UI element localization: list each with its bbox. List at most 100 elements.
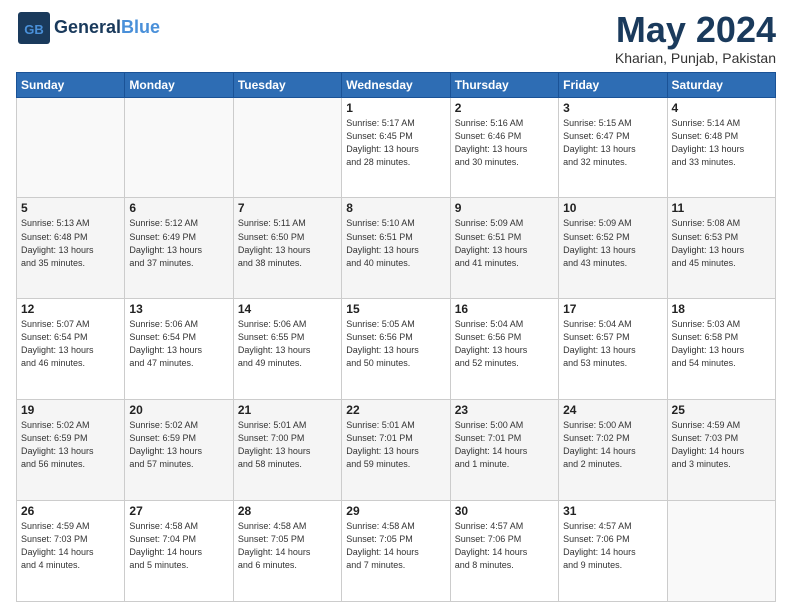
title-block: May 2024 Kharian, Punjab, Pakistan bbox=[615, 10, 776, 66]
calendar-cell: 16Sunrise: 5:04 AM Sunset: 6:56 PM Dayli… bbox=[450, 299, 558, 400]
calendar-cell: 19 Sunrise: 5:02 AM Sunset: 6:59 PM Dayli… bbox=[17, 400, 125, 501]
location: Kharian, Punjab, Pakistan bbox=[615, 50, 776, 66]
page-header: GB GeneralBlue May 2024 Kharian, Punjab,… bbox=[16, 10, 776, 66]
day-info: Sunrise: 5:17 AM Sunset: 6:45 PM Dayligh… bbox=[346, 117, 445, 169]
calendar-cell: 15 Sunrise: 5:05 AM Sunset: 6:56 PM Dayli… bbox=[342, 299, 450, 400]
day-number: 1 bbox=[346, 101, 445, 115]
day-info: Sunrise: 4:57 AM Sunset: 7:06 PM Dayligh… bbox=[563, 520, 662, 572]
day-info: Sunrise: 4:58 AM Sunset: 7:05 PM Dayligh… bbox=[238, 520, 337, 572]
day-info: Sunrise: 5:02 AM Sunset: 6:59 PM Dayligh… bbox=[129, 419, 228, 471]
calendar-cell bbox=[667, 501, 775, 602]
day-info: Sunrise: 5:01 AM Sunset: 7:00 PM Dayligh… bbox=[238, 419, 337, 471]
calendar-cell: 21Sunrise: 5:01 AM Sunset: 7:00 PM Dayli… bbox=[233, 400, 341, 501]
calendar-cell: 8 Sunrise: 5:10 AM Sunset: 6:51 PM Daylig… bbox=[342, 198, 450, 299]
day-number: 3 bbox=[563, 101, 662, 115]
header-day-wednesday: Wednesday bbox=[342, 72, 450, 97]
day-number: 2 bbox=[455, 101, 554, 115]
calendar-cell: 24 Sunrise: 5:00 AM Sunset: 7:02 PM Dayli… bbox=[559, 400, 667, 501]
day-number: 8 bbox=[346, 201, 445, 215]
day-number: 17 bbox=[563, 302, 662, 316]
week-row-4: 19 Sunrise: 5:02 AM Sunset: 6:59 PM Dayli… bbox=[17, 400, 776, 501]
day-info: Sunrise: 5:12 AM Sunset: 6:49 PM Dayligh… bbox=[129, 217, 228, 269]
day-number: 24 bbox=[563, 403, 662, 417]
day-info: Sunrise: 4:59 AM Sunset: 7:03 PM Dayligh… bbox=[672, 419, 771, 471]
calendar-cell: 3Sunrise: 5:15 AM Sunset: 6:47 PM Daylig… bbox=[559, 97, 667, 198]
day-number: 23 bbox=[455, 403, 554, 417]
day-number: 25 bbox=[672, 403, 771, 417]
day-info: Sunrise: 5:16 AM Sunset: 6:46 PM Dayligh… bbox=[455, 117, 554, 169]
day-info: Sunrise: 5:14 AM Sunset: 6:48 PM Dayligh… bbox=[672, 117, 771, 169]
day-info: Sunrise: 5:00 AM Sunset: 7:01 PM Dayligh… bbox=[455, 419, 554, 471]
day-info: Sunrise: 5:11 AM Sunset: 6:50 PM Dayligh… bbox=[238, 217, 337, 269]
day-number: 10 bbox=[563, 201, 662, 215]
week-row-5: 26 Sunrise: 4:59 AM Sunset: 7:03 PM Dayli… bbox=[17, 501, 776, 602]
calendar-cell: 20 Sunrise: 5:02 AM Sunset: 6:59 PM Dayli… bbox=[125, 400, 233, 501]
day-number: 20 bbox=[129, 403, 228, 417]
day-info: Sunrise: 5:05 AM Sunset: 6:56 PM Dayligh… bbox=[346, 318, 445, 370]
day-info: Sunrise: 5:13 AM Sunset: 6:48 PM Dayligh… bbox=[21, 217, 120, 269]
calendar-cell: 26 Sunrise: 4:59 AM Sunset: 7:03 PM Dayli… bbox=[17, 501, 125, 602]
day-info: Sunrise: 4:58 AM Sunset: 7:04 PM Dayligh… bbox=[129, 520, 228, 572]
calendar-cell: 23 Sunrise: 5:00 AM Sunset: 7:01 PM Dayli… bbox=[450, 400, 558, 501]
header-day-sunday: Sunday bbox=[17, 72, 125, 97]
day-number: 13 bbox=[129, 302, 228, 316]
week-row-2: 5Sunrise: 5:13 AM Sunset: 6:48 PM Daylig… bbox=[17, 198, 776, 299]
day-number: 26 bbox=[21, 504, 120, 518]
day-number: 29 bbox=[346, 504, 445, 518]
calendar-cell: 13 Sunrise: 5:06 AM Sunset: 6:54 PM Dayli… bbox=[125, 299, 233, 400]
day-info: Sunrise: 5:06 AM Sunset: 6:55 PM Dayligh… bbox=[238, 318, 337, 370]
day-info: Sunrise: 4:59 AM Sunset: 7:03 PM Dayligh… bbox=[21, 520, 120, 572]
calendar-cell: 22 Sunrise: 5:01 AM Sunset: 7:01 PM Dayli… bbox=[342, 400, 450, 501]
day-number: 12 bbox=[21, 302, 120, 316]
day-number: 6 bbox=[129, 201, 228, 215]
calendar-cell: 9Sunrise: 5:09 AM Sunset: 6:51 PM Daylig… bbox=[450, 198, 558, 299]
day-number: 19 bbox=[21, 403, 120, 417]
day-number: 22 bbox=[346, 403, 445, 417]
header-day-friday: Friday bbox=[559, 72, 667, 97]
day-info: Sunrise: 5:00 AM Sunset: 7:02 PM Dayligh… bbox=[563, 419, 662, 471]
calendar-cell: 29 Sunrise: 4:58 AM Sunset: 7:05 PM Dayli… bbox=[342, 501, 450, 602]
day-number: 27 bbox=[129, 504, 228, 518]
header-day-saturday: Saturday bbox=[667, 72, 775, 97]
calendar-cell: 18Sunrise: 5:03 AM Sunset: 6:58 PM Dayli… bbox=[667, 299, 775, 400]
calendar-cell: 31 Sunrise: 4:57 AM Sunset: 7:06 PM Dayli… bbox=[559, 501, 667, 602]
calendar-cell: 7 Sunrise: 5:11 AM Sunset: 6:50 PM Daylig… bbox=[233, 198, 341, 299]
header-day-tuesday: Tuesday bbox=[233, 72, 341, 97]
day-info: Sunrise: 5:08 AM Sunset: 6:53 PM Dayligh… bbox=[672, 217, 771, 269]
calendar-cell: 1 Sunrise: 5:17 AM Sunset: 6:45 PM Daylig… bbox=[342, 97, 450, 198]
day-number: 9 bbox=[455, 201, 554, 215]
calendar-cell: 6 Sunrise: 5:12 AM Sunset: 6:49 PM Daylig… bbox=[125, 198, 233, 299]
calendar-cell: 27 Sunrise: 4:58 AM Sunset: 7:04 PM Dayli… bbox=[125, 501, 233, 602]
day-info: Sunrise: 5:02 AM Sunset: 6:59 PM Dayligh… bbox=[21, 419, 120, 471]
day-number: 7 bbox=[238, 201, 337, 215]
calendar-cell: 30Sunrise: 4:57 AM Sunset: 7:06 PM Dayli… bbox=[450, 501, 558, 602]
week-row-1: 1 Sunrise: 5:17 AM Sunset: 6:45 PM Daylig… bbox=[17, 97, 776, 198]
day-info: Sunrise: 5:01 AM Sunset: 7:01 PM Dayligh… bbox=[346, 419, 445, 471]
header-day-thursday: Thursday bbox=[450, 72, 558, 97]
day-info: Sunrise: 4:58 AM Sunset: 7:05 PM Dayligh… bbox=[346, 520, 445, 572]
day-info: Sunrise: 4:57 AM Sunset: 7:06 PM Dayligh… bbox=[455, 520, 554, 572]
day-number: 15 bbox=[346, 302, 445, 316]
calendar-cell: 17Sunrise: 5:04 AM Sunset: 6:57 PM Dayli… bbox=[559, 299, 667, 400]
day-number: 14 bbox=[238, 302, 337, 316]
day-number: 4 bbox=[672, 101, 771, 115]
day-info: Sunrise: 5:03 AM Sunset: 6:58 PM Dayligh… bbox=[672, 318, 771, 370]
header-day-monday: Monday bbox=[125, 72, 233, 97]
month-title: May 2024 bbox=[615, 10, 776, 50]
day-info: Sunrise: 5:04 AM Sunset: 6:56 PM Dayligh… bbox=[455, 318, 554, 370]
calendar-cell: 11Sunrise: 5:08 AM Sunset: 6:53 PM Dayli… bbox=[667, 198, 775, 299]
day-number: 31 bbox=[563, 504, 662, 518]
calendar-header-row: SundayMondayTuesdayWednesdayThursdayFrid… bbox=[17, 72, 776, 97]
week-row-3: 12Sunrise: 5:07 AM Sunset: 6:54 PM Dayli… bbox=[17, 299, 776, 400]
calendar-cell: 14 Sunrise: 5:06 AM Sunset: 6:55 PM Dayli… bbox=[233, 299, 341, 400]
day-info: Sunrise: 5:10 AM Sunset: 6:51 PM Dayligh… bbox=[346, 217, 445, 269]
calendar-cell: 5Sunrise: 5:13 AM Sunset: 6:48 PM Daylig… bbox=[17, 198, 125, 299]
day-info: Sunrise: 5:09 AM Sunset: 6:52 PM Dayligh… bbox=[563, 217, 662, 269]
calendar-cell: 10 Sunrise: 5:09 AM Sunset: 6:52 PM Dayli… bbox=[559, 198, 667, 299]
calendar-cell bbox=[17, 97, 125, 198]
calendar-cell: 25 Sunrise: 4:59 AM Sunset: 7:03 PM Dayli… bbox=[667, 400, 775, 501]
day-info: Sunrise: 5:06 AM Sunset: 6:54 PM Dayligh… bbox=[129, 318, 228, 370]
calendar-cell: 4 Sunrise: 5:14 AM Sunset: 6:48 PM Daylig… bbox=[667, 97, 775, 198]
calendar-cell: 12Sunrise: 5:07 AM Sunset: 6:54 PM Dayli… bbox=[17, 299, 125, 400]
calendar-cell: 28Sunrise: 4:58 AM Sunset: 7:05 PM Dayli… bbox=[233, 501, 341, 602]
